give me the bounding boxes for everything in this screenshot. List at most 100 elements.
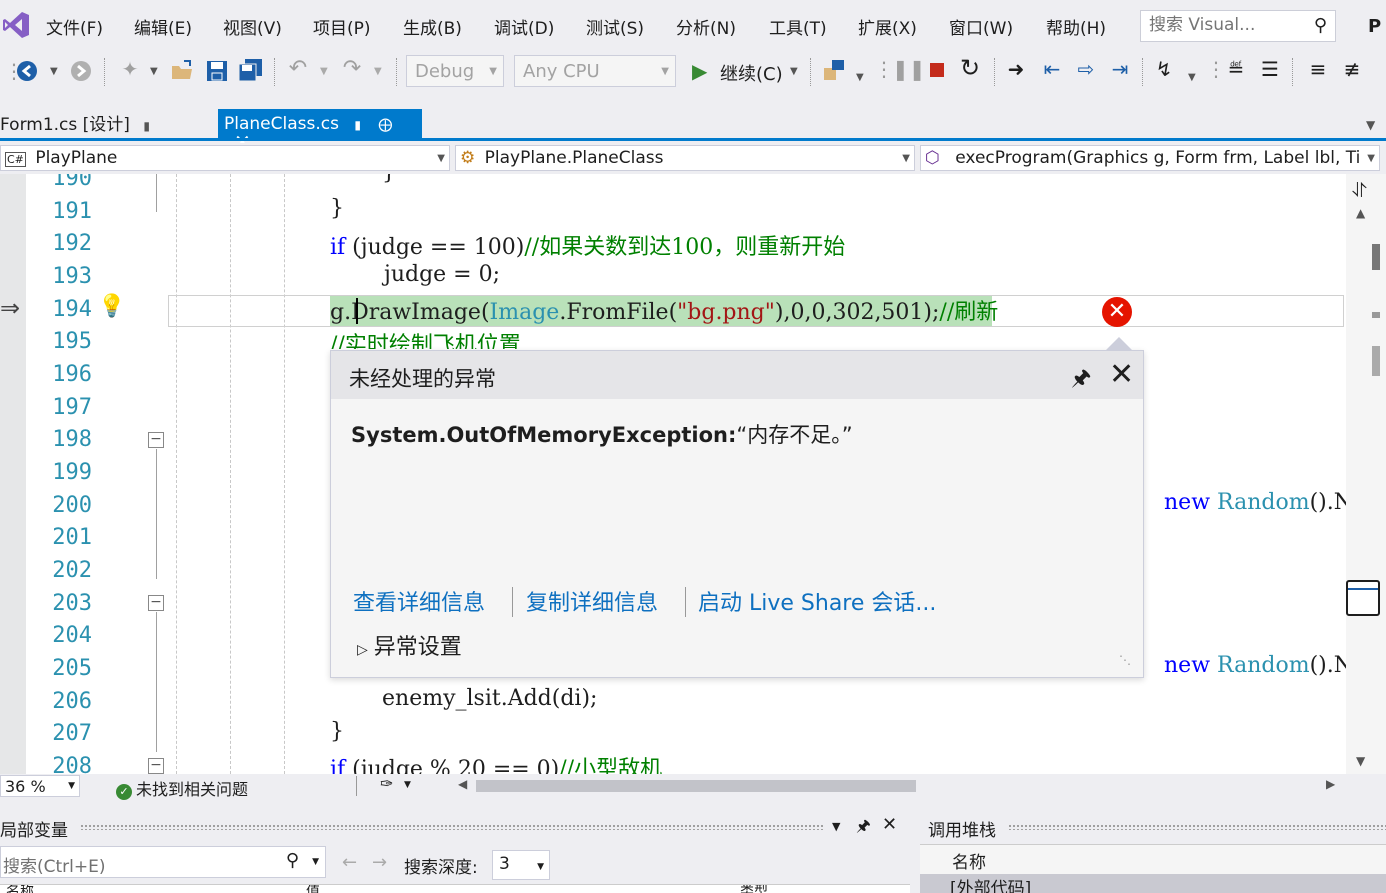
- new-dropdown-icon[interactable]: ▼: [150, 66, 158, 77]
- continue-dropdown-icon[interactable]: ▼: [790, 66, 798, 77]
- undo-dropdown-icon[interactable]: ▼: [320, 66, 328, 77]
- code-line[interactable]: if (judge == 100)//如果关数到达100，则重新开始: [330, 229, 845, 261]
- menu-help[interactable]: 帮助(H): [1046, 14, 1106, 39]
- collapse-toggle-icon[interactable]: −: [148, 432, 164, 448]
- code-cleanup-icon[interactable]: ✑: [380, 774, 393, 793]
- collapse-toggle-icon[interactable]: −: [148, 758, 164, 774]
- code-line-current[interactable]: g.DrawImage(Image.FromFile("bg.png"),0,0…: [330, 294, 998, 326]
- code-line[interactable]: }: [382, 174, 396, 185]
- project-combo[interactable]: C# PlayPlane ▼: [0, 145, 450, 171]
- view-details-link[interactable]: 查看详细信息: [353, 585, 485, 617]
- menu-tools[interactable]: 工具(T): [769, 14, 827, 39]
- code-line[interactable]: }: [330, 196, 344, 221]
- preview-pin-icon[interactable]: ▮: [354, 118, 361, 132]
- code-line[interactable]: judge = 0;: [384, 262, 500, 287]
- pin-tab-icon[interactable]: ⨁: [378, 117, 392, 133]
- search-back-icon[interactable]: ←: [342, 852, 357, 873]
- back-dropdown-icon[interactable]: ▼: [50, 66, 58, 77]
- chevron-down-icon[interactable]: ▼: [404, 780, 411, 790]
- save-all-icon[interactable]: [238, 58, 264, 82]
- hot-reload-icon[interactable]: ↯: [1152, 58, 1176, 82]
- uncomment-lines-icon[interactable]: ≢: [1340, 58, 1364, 82]
- menu-test[interactable]: 测试(S): [586, 14, 644, 39]
- error-icon[interactable]: ✕: [1102, 297, 1132, 327]
- search-forward-icon[interactable]: →: [372, 852, 387, 873]
- split-editor-icon[interactable]: ⥯: [1352, 178, 1367, 202]
- call-stack-row[interactable]: [外部代码]: [920, 874, 1386, 893]
- tab-form1-designer[interactable]: Form1.cs [设计] ▮: [0, 110, 150, 138]
- locals-title[interactable]: 局部变量: [0, 816, 68, 841]
- glyph-margin[interactable]: [0, 174, 26, 774]
- exception-helper-popup[interactable]: 未经处理的异常 🖈 ✕ System.OutOfMemoryException:…: [330, 337, 1144, 678]
- zoom-combo[interactable]: 36 % ▼: [0, 775, 80, 797]
- search-box[interactable]: ⚲: [1140, 10, 1336, 42]
- issues-indicator[interactable]: ✓ 未找到相关问题: [116, 776, 248, 800]
- toolbar-grip-icon[interactable]: ⋮: [1206, 58, 1226, 82]
- vertical-scrollbar[interactable]: [1346, 174, 1386, 774]
- visual-studio-logo-icon[interactable]: [2, 10, 30, 40]
- break-all-icon[interactable]: ❚❚: [892, 58, 926, 82]
- call-stack-title[interactable]: 调用堆栈: [928, 816, 996, 841]
- scroll-down-icon[interactable]: ▼: [1356, 754, 1365, 768]
- menu-build[interactable]: 生成(B): [403, 14, 462, 39]
- current-statement-arrow-icon[interactable]: ⇒: [0, 294, 20, 322]
- code-line-fragment[interactable]: new Random().N: [1164, 653, 1346, 678]
- comment-lines-icon[interactable]: ≡: [1306, 58, 1330, 82]
- save-icon[interactable]: [206, 60, 228, 82]
- hot-reload-dropdown-icon[interactable]: ▼: [1188, 72, 1196, 83]
- toolbar-grip-icon[interactable]: ⋮: [874, 58, 894, 82]
- close-icon[interactable]: ✕: [1109, 357, 1134, 392]
- code-line[interactable]: if (judge % 20 == 0)//小型敌机: [330, 751, 662, 774]
- menu-project[interactable]: 项目(P): [313, 14, 371, 39]
- restart-icon[interactable]: ↻: [958, 56, 982, 81]
- step-out-icon[interactable]: ⇥: [1108, 58, 1132, 82]
- search-icon[interactable]: ⚲: [286, 850, 299, 871]
- back-icon[interactable]: [16, 60, 38, 82]
- pin-icon[interactable]: 🖈: [856, 815, 871, 842]
- undo-icon[interactable]: ↶: [286, 58, 310, 82]
- pin-icon[interactable]: 🖈: [1071, 361, 1091, 399]
- locals-search-box[interactable]: 搜索(Ctrl+E) ⚲ ▼: [0, 846, 326, 878]
- exception-settings-expander[interactable]: ▷ 异常设置: [357, 629, 462, 661]
- menu-edit[interactable]: 编辑(E): [134, 14, 192, 39]
- copy-details-link[interactable]: 复制详细信息: [526, 585, 658, 617]
- menu-view[interactable]: 视图(V): [223, 14, 282, 39]
- menu-extensions[interactable]: 扩展(X): [858, 14, 917, 39]
- column-name[interactable]: 名称: [952, 848, 986, 873]
- column-name[interactable]: 名称: [6, 885, 34, 893]
- scroll-thumb[interactable]: [1372, 244, 1380, 270]
- code-line[interactable]: //实时绘制飞机位置: [330, 327, 521, 349]
- tab-overflow-chevron-icon[interactable]: ▼: [1366, 118, 1375, 132]
- menu-debug[interactable]: 调试(D): [494, 14, 554, 39]
- code-line[interactable]: }: [330, 719, 344, 744]
- step-over-icon[interactable]: ⇨: [1074, 58, 1098, 82]
- scroll-right-icon[interactable]: ▶: [1326, 777, 1335, 791]
- column-value[interactable]: 值: [306, 885, 320, 893]
- close-icon[interactable]: ✕: [882, 814, 897, 835]
- continue-button[interactable]: 继续(C): [720, 60, 783, 86]
- menu-window[interactable]: 窗口(W): [949, 14, 1013, 39]
- redo-dropdown-icon[interactable]: ▼: [374, 66, 382, 77]
- stop-debugging-icon[interactable]: [930, 63, 944, 77]
- horizontal-scroll-thumb[interactable]: [476, 780, 916, 792]
- code-line-fragment[interactable]: new Random().N: [1164, 490, 1346, 515]
- platform-combo[interactable]: Any CPU ▼: [514, 55, 676, 87]
- attach-process-icon[interactable]: [822, 58, 846, 82]
- pin-icon[interactable]: ▮: [143, 119, 150, 133]
- scroll-up-icon[interactable]: ▲: [1356, 206, 1365, 220]
- menu-file[interactable]: 文件(F): [46, 14, 103, 39]
- lightbulb-icon[interactable]: 💡: [98, 294, 125, 319]
- forward-icon[interactable]: [70, 60, 92, 82]
- window-options-chevron-icon[interactable]: ▼: [832, 820, 840, 833]
- search-input[interactable]: [1149, 11, 1299, 39]
- locals-search-input[interactable]: 搜索(Ctrl+E): [3, 857, 106, 877]
- account-initial[interactable]: P: [1368, 16, 1381, 37]
- member-combo[interactable]: ⬡ execProgram(Graphics g, Form frm, Labe…: [920, 145, 1380, 171]
- search-icon[interactable]: ⚲: [1314, 15, 1327, 36]
- menu-analyze[interactable]: 分析(N): [676, 14, 736, 39]
- resize-grip-icon[interactable]: ⋱: [1119, 653, 1131, 667]
- redo-icon[interactable]: ↷: [340, 58, 364, 82]
- chevron-down-icon[interactable]: ▼: [312, 857, 319, 867]
- search-depth-combo[interactable]: 3 ▼: [492, 850, 550, 880]
- show-next-statement-icon[interactable]: ➜: [1004, 58, 1028, 82]
